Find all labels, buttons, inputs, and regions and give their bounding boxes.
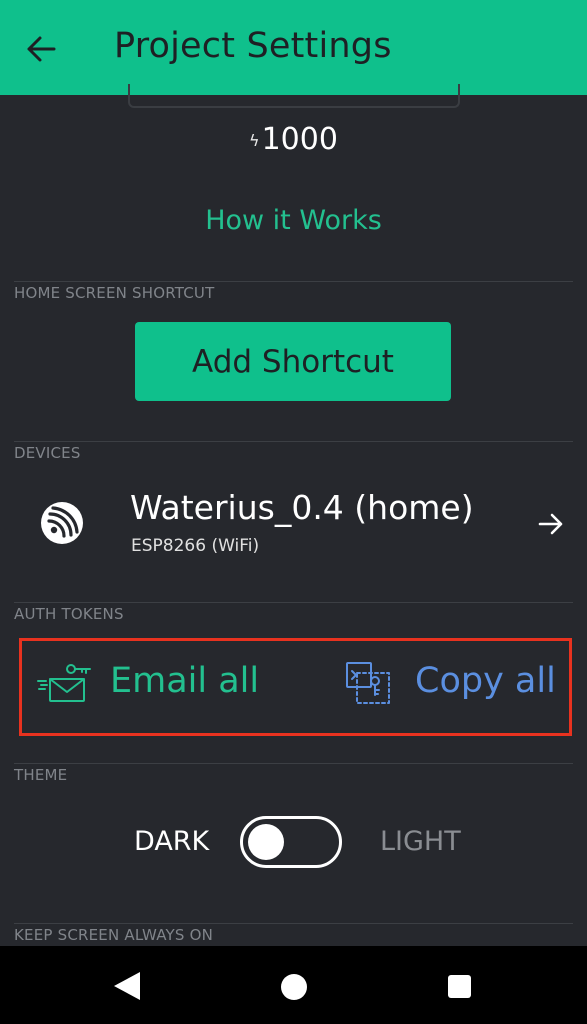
add-shortcut-button[interactable]: Add Shortcut — [135, 322, 451, 401]
divider — [14, 281, 573, 282]
page-title: Project Settings — [114, 26, 392, 66]
copy-key-icon — [346, 662, 390, 704]
arrow-right-icon[interactable] — [537, 510, 565, 538]
theme-light-label: LIGHT — [380, 826, 461, 857]
energy-value: 1000 — [261, 122, 338, 157]
copy-all-label: Copy all — [415, 661, 556, 701]
energy-bolt-icon: ϟ — [249, 131, 260, 150]
divider — [14, 923, 573, 924]
section-label-auth-tokens: AUTH TOKENS — [14, 605, 124, 623]
section-label-theme: THEME — [14, 766, 68, 784]
how-it-works-link[interactable]: How it Works — [0, 205, 587, 236]
device-type: ESP8266 (WiFi) — [131, 536, 260, 556]
device-list-item[interactable]: Waterius_0.4 (home) ESP8266 (WiFi) — [0, 470, 587, 585]
section-label-keep-screen-on: KEEP SCREEN ALWAYS ON — [14, 926, 213, 944]
espressif-logo-icon — [41, 502, 83, 544]
section-label-devices: DEVICES — [14, 444, 81, 462]
system-navigation-bar — [0, 946, 587, 1024]
section-label-home-shortcut: HOME SCREEN SHORTCUT — [14, 284, 215, 302]
divider — [14, 441, 573, 442]
energy-balance: ϟ1000 — [0, 122, 587, 157]
square-recent-icon[interactable] — [448, 975, 471, 998]
divider — [14, 763, 573, 764]
theme-dark-label: DARK — [134, 826, 210, 857]
theme-toggle[interactable] — [240, 816, 342, 868]
energy-input-box — [128, 84, 460, 108]
email-key-icon — [37, 664, 91, 702]
copy-all-button[interactable]: Copy all — [345, 659, 556, 707]
email-all-label: Email all — [110, 661, 260, 701]
triangle-back-icon[interactable] — [112, 970, 142, 1002]
toggle-knob — [248, 824, 284, 860]
circle-home-icon[interactable] — [281, 974, 307, 1000]
device-name: Waterius_0.4 (home) — [130, 488, 474, 527]
email-all-button[interactable]: Email all — [36, 661, 266, 707]
divider — [14, 602, 573, 603]
arrow-left-icon[interactable] — [24, 34, 58, 64]
app-header: Project Settings — [0, 0, 587, 95]
